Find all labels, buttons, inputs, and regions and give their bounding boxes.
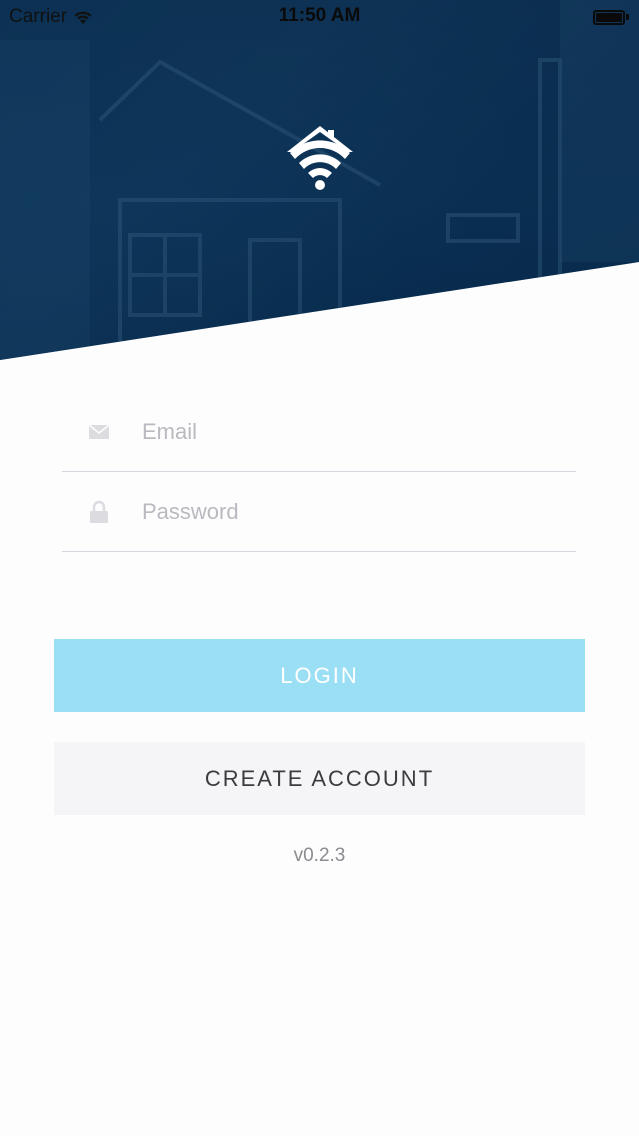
email-input[interactable] [142, 411, 562, 452]
create-account-button[interactable]: CREATE ACCOUNT [54, 742, 585, 815]
wifi-house-logo-icon [287, 126, 353, 190]
envelope-icon [88, 421, 110, 443]
login-screen: Carrier 11:50 AM Email LOGIN CREATE ACCO… [0, 0, 639, 1136]
email-field[interactable] [62, 392, 576, 472]
battery-icon [593, 9, 629, 25]
password-field[interactable] [62, 472, 576, 552]
status-time: 11:50 AM [278, 5, 361, 26]
password-input[interactable] [142, 491, 562, 532]
login-button[interactable]: LOGIN [54, 639, 585, 712]
version-label: v0.2.3 [293, 845, 346, 866]
lock-icon [88, 500, 110, 523]
status-bar: Carrier 11:50 AM [0, 0, 639, 34]
